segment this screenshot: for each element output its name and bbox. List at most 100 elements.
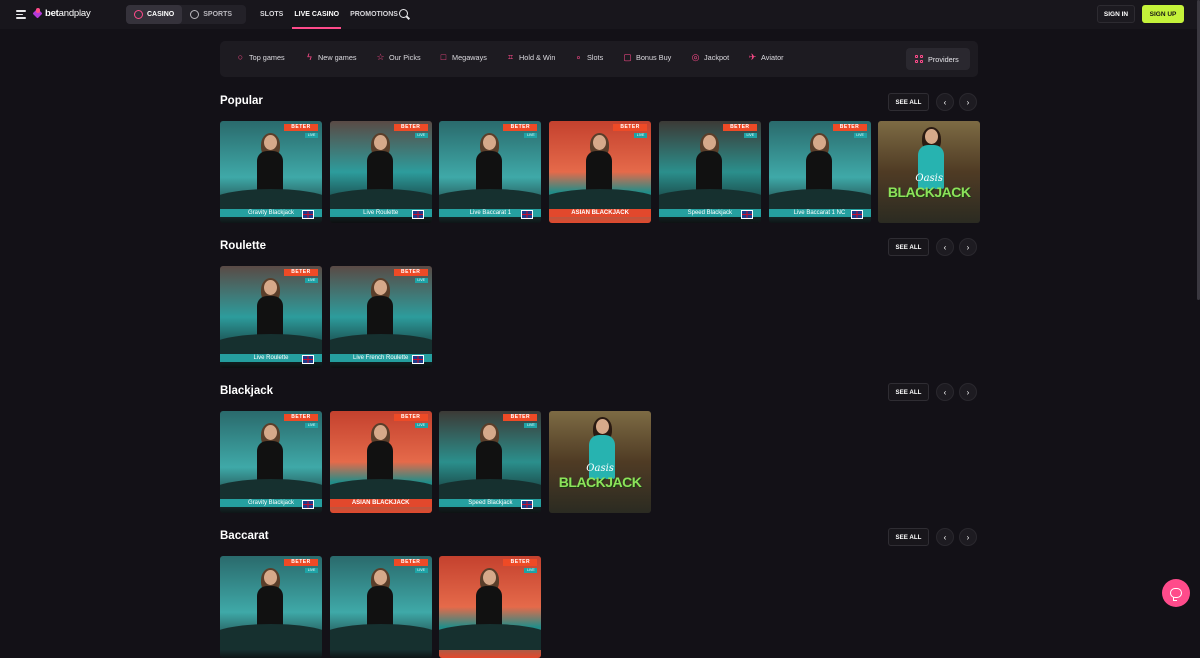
- chevron-left-icon[interactable]: ‹: [936, 528, 954, 546]
- game-tile[interactable]: BETER LIVE: [220, 556, 322, 658]
- provider-badge: BETER: [393, 559, 428, 566]
- provider-badge: BETER: [284, 559, 318, 566]
- nav-slots[interactable]: SLOTS: [260, 0, 283, 29]
- game-tile[interactable]: BETER LIVE Live French Roulette: [329, 266, 432, 368]
- game-tile[interactable]: BETER LIVE Speed Blackjack: [658, 121, 761, 223]
- tab-sports[interactable]: SPORTS: [182, 5, 240, 24]
- dealer-image: [365, 423, 395, 485]
- providers-label: Providers: [928, 54, 959, 64]
- game-logo-script: Oasis: [586, 463, 614, 474]
- live-badge: LIVE: [524, 423, 538, 428]
- dealer-image: [474, 568, 504, 630]
- chevron-right-icon[interactable]: ›: [959, 93, 977, 111]
- sign-in-button[interactable]: SIGN IN: [1097, 5, 1135, 23]
- nav-live-casino[interactable]: LIVE CASINO: [292, 0, 341, 29]
- game-tile[interactable]: Oasis BLACKJACK: [878, 121, 981, 223]
- section-title: Popular: [220, 95, 263, 107]
- game-tile[interactable]: BETER LIVE Live Roulette: [220, 266, 322, 368]
- search-icon[interactable]: [399, 9, 410, 20]
- category-slots[interactable]: ∘ Slots: [574, 53, 604, 63]
- category-label: Megaways: [452, 53, 487, 62]
- category-label: Aviator: [761, 53, 784, 62]
- category-top-games[interactable]: ○ Top games: [236, 53, 285, 63]
- game-table-image: [329, 624, 432, 650]
- category-label: Hold & Win: [519, 53, 556, 62]
- tab-casino[interactable]: CASINO: [126, 5, 183, 24]
- chevron-right-icon[interactable]: ›: [959, 383, 977, 401]
- product-switch: CASINO SPORTS: [126, 5, 246, 24]
- game-name: BLACKJACK: [558, 474, 642, 490]
- live-badge: LIVE: [634, 133, 648, 138]
- ball-icon: [190, 10, 200, 19]
- uk-flag-icon: [302, 210, 314, 219]
- plane-icon: ✈: [748, 52, 757, 62]
- category-label: Bonus Buy: [636, 53, 672, 62]
- category-hold-win[interactable]: ⌗ Hold & Win: [506, 53, 556, 63]
- category-bonus-buy[interactable]: ▢ Bonus Buy: [623, 52, 672, 63]
- game-name: BLACKJACK: [887, 184, 971, 200]
- brand-logo[interactable]: betandplay: [33, 8, 91, 19]
- providers-button[interactable]: Providers: [906, 48, 970, 70]
- uk-flag-icon: [302, 355, 314, 364]
- game-tile[interactable]: BETER LIVE ASIAN BLACKJACK: [329, 411, 432, 513]
- chevron-left-icon[interactable]: ‹: [936, 238, 954, 256]
- game-tile[interactable]: BETER LIVE Live Baccarat 1: [439, 121, 542, 223]
- game-tile[interactable]: BETER LIVE Gravity Blackjack: [220, 411, 322, 513]
- category-label: New games: [318, 53, 357, 62]
- provider-badge: BETER: [503, 414, 538, 421]
- see-all-button[interactable]: SEE ALL: [888, 93, 929, 111]
- live-badge: LIVE: [524, 133, 538, 138]
- see-all-button[interactable]: SEE ALL: [888, 383, 929, 401]
- game-table-image: [220, 624, 322, 650]
- chat-button[interactable]: [1162, 579, 1190, 607]
- see-all-button[interactable]: SEE ALL: [888, 528, 929, 546]
- category-jackpot[interactable]: ◎ Jackpot: [691, 52, 730, 63]
- provider-badge: BETER: [284, 269, 318, 276]
- category-label: Slots: [587, 53, 604, 62]
- game-tile[interactable]: Oasis BLACKJACK: [549, 411, 652, 513]
- uk-flag-icon: [521, 210, 534, 219]
- live-badge: LIVE: [414, 423, 428, 428]
- category-new-games[interactable]: ϟ New games: [305, 53, 357, 63]
- game-tile[interactable]: BETER LIVE Live Roulette: [329, 121, 432, 223]
- tab-casino-label: CASINO: [147, 11, 175, 18]
- provider-badge: BETER: [393, 269, 428, 276]
- uk-flag-icon: [302, 500, 314, 509]
- bag-icon: ▢: [623, 52, 632, 62]
- star-icon: ☆: [376, 52, 385, 62]
- game-tile[interactable]: BETER LIVE Speed Blackjack: [439, 411, 542, 513]
- live-badge: LIVE: [414, 278, 428, 283]
- chat-icon: [1170, 588, 1182, 601]
- grid-icon: [915, 55, 923, 63]
- logo-text: betandplay: [45, 8, 91, 19]
- category-label: Our Picks: [389, 53, 421, 62]
- category-our-picks[interactable]: ☆ Our Picks: [376, 52, 421, 63]
- dealer-image: [365, 568, 395, 630]
- game-tile[interactable]: BETER LIVE: [439, 556, 542, 658]
- chevron-right-icon[interactable]: ›: [959, 528, 977, 546]
- menu-icon[interactable]: [16, 10, 26, 19]
- live-badge: LIVE: [414, 133, 428, 138]
- game-table-image: [439, 624, 542, 650]
- live-badge: LIVE: [414, 568, 428, 573]
- chevron-left-icon[interactable]: ‹: [936, 93, 954, 111]
- dealer-image: [255, 278, 285, 340]
- see-all-button[interactable]: SEE ALL: [888, 238, 929, 256]
- chevron-left-icon[interactable]: ‹: [936, 383, 954, 401]
- game-tile[interactable]: BETER LIVE Gravity Blackjack: [220, 121, 322, 223]
- game-tile[interactable]: BETER LIVE ASIAN BLACKJACK: [549, 121, 652, 223]
- provider-badge: BETER: [613, 124, 648, 131]
- nav-promotions[interactable]: PROMOTIONS: [350, 0, 398, 29]
- jackpot-icon: ◎: [691, 52, 700, 62]
- sign-up-button[interactable]: SIGN UP: [1142, 5, 1184, 23]
- game-tile[interactable]: BETER LIVE: [329, 556, 432, 658]
- dealer-image: [694, 133, 724, 195]
- category-aviator[interactable]: ✈ Aviator: [748, 52, 784, 63]
- chevron-right-icon[interactable]: ›: [959, 238, 977, 256]
- uk-flag-icon: [411, 355, 424, 364]
- provider-badge: BETER: [393, 414, 428, 421]
- game-tile[interactable]: BETER LIVE Live Baccarat 1 NC: [768, 121, 871, 223]
- main-nav: SLOTS LIVE CASINO PROMOTIONS: [260, 0, 409, 29]
- category-megaways[interactable]: □ Megaways: [439, 53, 487, 63]
- dealer-image: [255, 423, 285, 485]
